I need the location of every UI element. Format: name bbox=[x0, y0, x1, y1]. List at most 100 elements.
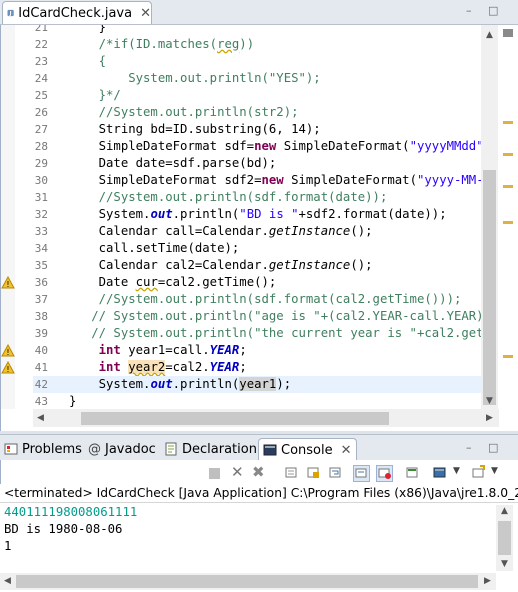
code-text: SimpleDateFormat sdf2=new SimpleDateForm… bbox=[69, 173, 481, 187]
code-text: //System.out.println(sdf.format(date)); bbox=[69, 190, 388, 204]
scroll-up-icon[interactable]: ▲ bbox=[486, 30, 493, 40]
code-line: 27 String bd=ID.substring(6, 14); bbox=[33, 121, 481, 138]
code-line: 24 System.out.println("YES"); bbox=[33, 70, 481, 87]
code-line: 38 // System.out.println("age is "+(cal2… bbox=[33, 308, 481, 325]
overview-warning-marker[interactable] bbox=[503, 355, 513, 358]
console-icon bbox=[263, 444, 277, 456]
code-text: //System.out.println(str2); bbox=[69, 105, 299, 119]
line-number-gutter bbox=[15, 25, 33, 409]
code-line: 40 int year1=call.YEAR; bbox=[33, 342, 481, 359]
code-text: System.out.println("YES"); bbox=[69, 71, 321, 85]
open-console-icon[interactable] bbox=[471, 465, 486, 480]
svg-text:!: ! bbox=[6, 280, 9, 289]
scroll-up-icon[interactable]: ▲ bbox=[501, 506, 508, 516]
scroll-right-icon[interactable]: ▶ bbox=[484, 576, 491, 586]
svg-text:!: ! bbox=[6, 348, 9, 357]
line-number: 27 bbox=[34, 123, 48, 136]
line-number: 33 bbox=[34, 225, 48, 238]
scroll-down-icon[interactable]: ▼ bbox=[501, 559, 508, 569]
line-number: 21 bbox=[34, 25, 48, 34]
scroll-lock-icon[interactable] bbox=[306, 465, 321, 480]
overview-warning-marker[interactable] bbox=[503, 221, 513, 224]
code-text: //System.out.println(sdf.format(cal2.get… bbox=[69, 292, 462, 306]
code-area[interactable]: 21 } 22 /*if(ID.matches(reg)) 23 { 24 Sy… bbox=[33, 25, 481, 409]
clear-console-icon[interactable] bbox=[284, 465, 299, 480]
tab-javadoc[interactable]: @ Javadoc bbox=[88, 438, 156, 460]
code-text: Date cur=cal2.getTime(); bbox=[69, 275, 277, 289]
problems-icon bbox=[4, 443, 18, 455]
line-number: 43 bbox=[34, 395, 48, 408]
pin-console-icon[interactable] bbox=[405, 465, 420, 480]
chevron-down-icon[interactable]: ▼ bbox=[491, 466, 506, 481]
line-number: 23 bbox=[34, 55, 48, 68]
minimize-panel-icon[interactable]: – bbox=[466, 441, 472, 454]
tab-console[interactable]: Console ✕ bbox=[258, 438, 357, 461]
java-file-icon: J bbox=[7, 9, 14, 17]
line-number: 29 bbox=[34, 157, 48, 170]
overview-ruler[interactable] bbox=[499, 25, 517, 409]
editor-tab-idcardcheck[interactable]: J IdCardCheck.java ✕ bbox=[2, 1, 152, 24]
code-line: 26 //System.out.println(str2); bbox=[33, 104, 481, 121]
editor-tab-bar: J IdCardCheck.java ✕ – □ bbox=[0, 0, 518, 25]
code-line: 34 call.setTime(date); bbox=[33, 240, 481, 257]
editor-vertical-scroll-thumb[interactable] bbox=[483, 170, 496, 405]
maximize-panel-icon[interactable]: □ bbox=[488, 441, 498, 454]
overview-warning-marker[interactable] bbox=[503, 121, 513, 124]
editor-tab-label: IdCardCheck.java bbox=[18, 5, 133, 21]
console-horizontal-scroll-thumb[interactable] bbox=[16, 575, 478, 588]
code-line: 35 Calendar cal2=Calendar.getInstance(); bbox=[33, 257, 481, 274]
code-line: 28 SimpleDateFormat sdf=new SimpleDateFo… bbox=[33, 138, 481, 155]
editor-horizontal-scroll-thumb[interactable] bbox=[81, 412, 389, 425]
show-console-on-error-icon[interactable] bbox=[376, 465, 393, 482]
code-line: 25 }*/ bbox=[33, 87, 481, 104]
tab-problems[interactable]: Problems bbox=[4, 438, 82, 460]
scroll-left-icon[interactable]: ◀ bbox=[4, 576, 11, 586]
code-text: }*/ bbox=[69, 88, 121, 102]
scroll-right-icon[interactable]: ▶ bbox=[486, 413, 493, 423]
code-text: Calendar call=Calendar.getInstance(); bbox=[69, 224, 373, 238]
close-tab-icon[interactable]: ✕ bbox=[140, 6, 151, 21]
show-console-on-output-icon[interactable] bbox=[353, 465, 370, 482]
scroll-down-icon[interactable]: ▼ bbox=[486, 396, 493, 406]
chevron-down-icon[interactable]: ▼ bbox=[453, 466, 468, 481]
console-output[interactable]: 440111198008061111 BD is 1980-08-06 1 ▲ … bbox=[0, 502, 518, 592]
word-wrap-icon[interactable] bbox=[328, 465, 343, 480]
code-text: // System.out.println("the current year … bbox=[69, 326, 481, 340]
overview-warning-marker[interactable] bbox=[503, 185, 513, 188]
console-toolbar: ✕ ✖ ▼ ▼ bbox=[0, 460, 518, 486]
code-line: 37 //System.out.println(sdf.format(cal2.… bbox=[33, 291, 481, 308]
maximize-editor-icon[interactable]: □ bbox=[488, 4, 498, 17]
scroll-left-icon[interactable]: ◀ bbox=[37, 413, 44, 423]
code-text: /*if(ID.matches(reg)) bbox=[69, 37, 255, 51]
code-text: // System.out.println("age is "+(cal2.YE… bbox=[69, 309, 481, 323]
line-number: 25 bbox=[34, 89, 48, 102]
display-selected-console-icon[interactable] bbox=[433, 465, 448, 480]
code-text: System.out.println("BD is "+sdf2.format(… bbox=[69, 207, 447, 221]
line-number: 22 bbox=[34, 38, 48, 51]
minimize-editor-icon[interactable]: – bbox=[466, 4, 472, 17]
code-text: System.out.println(year1); bbox=[69, 377, 292, 391]
console-vertical-scroll-thumb[interactable] bbox=[498, 521, 511, 555]
tab-declaration[interactable]: Declaration bbox=[164, 438, 257, 460]
declaration-icon bbox=[165, 442, 177, 456]
line-number: 36 bbox=[34, 276, 48, 289]
terminate-icon[interactable] bbox=[209, 468, 220, 479]
remove-all-terminated-icon[interactable]: ✖ bbox=[252, 463, 267, 481]
code-line: 39 // System.out.println("the current ye… bbox=[33, 325, 481, 342]
code-line: 32 System.out.println("BD is "+sdf2.form… bbox=[33, 206, 481, 223]
code-line: 21 } bbox=[33, 25, 481, 36]
console-output-line: BD is 1980-08-06 bbox=[4, 522, 123, 536]
code-line: 33 Calendar call=Calendar.getInstance(); bbox=[33, 223, 481, 240]
remove-launch-icon[interactable]: ✕ bbox=[231, 463, 246, 481]
line-number: 30 bbox=[34, 174, 48, 187]
code-editor[interactable]: ! ! ! 21 } 22 /*if(ID.matches(reg)) 23 {… bbox=[0, 25, 518, 431]
close-tab-icon[interactable]: ✕ bbox=[341, 443, 352, 458]
code-line: 29 Date date=sdf.parse(bd); bbox=[33, 155, 481, 172]
line-number: 40 bbox=[34, 344, 48, 357]
overview-marker-icon bbox=[503, 29, 513, 37]
overview-warning-marker[interactable] bbox=[503, 153, 513, 156]
line-number: 37 bbox=[34, 293, 48, 306]
code-text: int year1=call.YEAR; bbox=[98, 343, 247, 357]
line-number: 28 bbox=[34, 140, 48, 153]
line-number: 39 bbox=[34, 327, 48, 340]
